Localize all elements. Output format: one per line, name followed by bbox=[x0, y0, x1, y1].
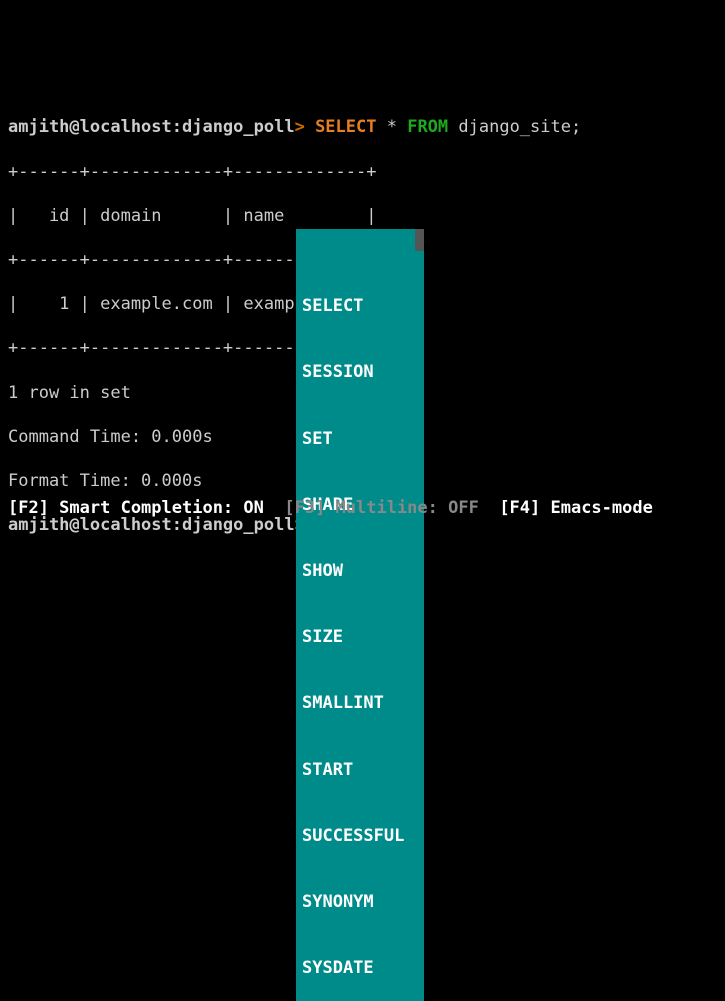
footer-multiline[interactable]: [F3] Multiline: OFF bbox=[284, 498, 478, 518]
autocomplete-item[interactable]: START bbox=[296, 759, 424, 781]
autocomplete-popup[interactable]: SELECT SESSION SET SHARE SHOW SIZE SMALL… bbox=[296, 229, 424, 1001]
footer-gap bbox=[264, 498, 284, 518]
prompt-line-1: amjith@localhost:django_poll> SELECT * F… bbox=[8, 116, 717, 138]
footer-gap bbox=[479, 498, 499, 518]
autocomplete-scrollbar[interactable] bbox=[415, 229, 424, 251]
autocomplete-item[interactable]: SYNONYM bbox=[296, 891, 424, 913]
sql-keyword-select: SELECT bbox=[315, 117, 376, 137]
sql-table-name: django_site; bbox=[448, 117, 581, 137]
table-header: | id | domain | name | bbox=[8, 205, 717, 227]
footer-smart-completion[interactable]: [F2] Smart Completion: ON bbox=[8, 498, 264, 518]
sql-keyword-from: FROM bbox=[407, 117, 448, 137]
autocomplete-item[interactable]: SHOW bbox=[296, 560, 424, 582]
table-sep-top: +------+-------------+-------------+ bbox=[8, 161, 717, 183]
footer-emacs-mode[interactable]: [F4] Emacs-mode bbox=[499, 498, 653, 518]
prompt-user-host-db: amjith@localhost:django_poll bbox=[8, 117, 295, 137]
sql-star: * bbox=[376, 117, 407, 137]
autocomplete-item[interactable]: SIZE bbox=[296, 626, 424, 648]
autocomplete-item[interactable]: SUCCESSFUL bbox=[296, 825, 424, 847]
autocomplete-item[interactable]: SYSDATE bbox=[296, 957, 424, 979]
autocomplete-item[interactable]: SET bbox=[296, 428, 424, 450]
autocomplete-item[interactable]: SESSION bbox=[296, 361, 424, 383]
autocomplete-item[interactable]: SELECT bbox=[296, 295, 424, 317]
prompt-symbol: > bbox=[295, 117, 315, 137]
footer-bar: [F2] Smart Completion: ON [F3] Multiline… bbox=[8, 497, 717, 519]
autocomplete-item[interactable]: SMALLINT bbox=[296, 692, 424, 714]
